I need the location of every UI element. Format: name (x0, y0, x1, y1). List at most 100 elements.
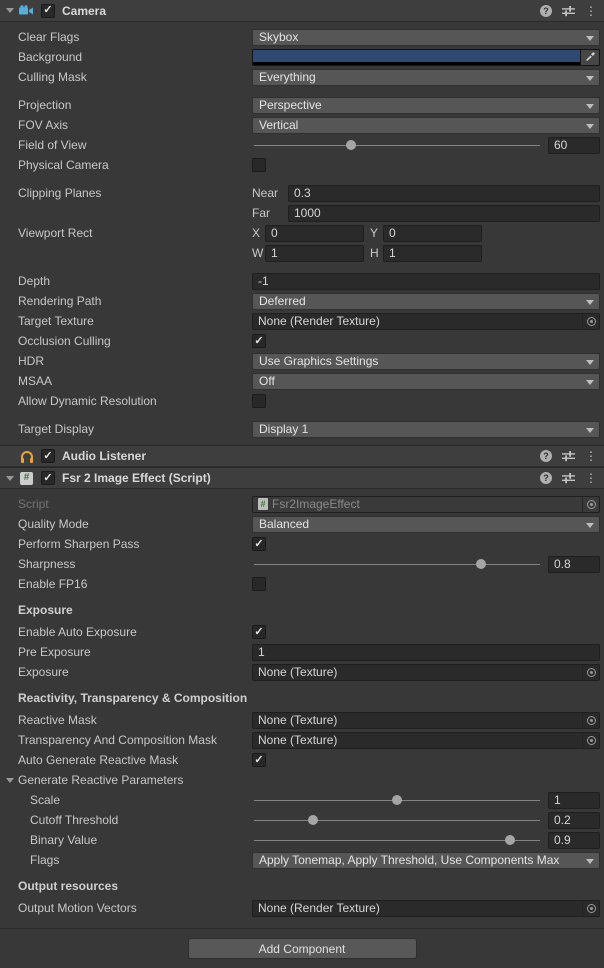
foldout-arrow-icon[interactable] (6, 778, 14, 783)
camera-enabled-checkbox[interactable]: ✓ (41, 4, 55, 18)
pre-exposure-input[interactable]: 1 (252, 644, 600, 661)
y-label: Y (370, 226, 383, 240)
auto-generate-reactive-mask-label: Auto Generate Reactive Mask (18, 753, 252, 767)
binary-value-input[interactable]: 0.9 (548, 832, 600, 849)
clipping-planes-label: Clipping Planes (18, 186, 252, 200)
target-display-dropdown[interactable]: Display 1 (252, 421, 600, 438)
occlusion-culling-checkbox[interactable]: ✓ (252, 334, 266, 348)
audio-listener-component-header[interactable]: ✓ Audio Listener ? ⋮ (0, 445, 604, 467)
eyedropper-button[interactable] (580, 50, 599, 65)
object-picker-icon[interactable] (582, 733, 599, 748)
field-of-view-slider[interactable] (252, 137, 542, 154)
near-input[interactable]: 0.3 (288, 185, 600, 202)
sharpness-slider[interactable] (252, 556, 542, 573)
binary-value-slider[interactable] (252, 832, 542, 849)
presets-icon[interactable] (562, 472, 575, 484)
presets-icon[interactable] (562, 5, 575, 17)
slider-handle[interactable] (505, 835, 515, 845)
slider-handle[interactable] (346, 140, 356, 150)
cutoff-threshold-input[interactable]: 0.2 (548, 812, 600, 829)
scale-slider[interactable] (252, 792, 542, 809)
chevron-down-icon (586, 76, 594, 81)
object-picker-icon[interactable] (582, 901, 599, 916)
target-display-value: Display 1 (259, 422, 308, 436)
enable-fp16-checkbox[interactable] (252, 577, 266, 591)
flags-dropdown[interactable]: Apply Tonemap, Apply Threshold, Use Comp… (252, 852, 600, 869)
msaa-dropdown[interactable]: Off (252, 373, 600, 390)
presets-icon[interactable] (562, 450, 575, 462)
row-target-texture: Target Texture None (Render Texture) (0, 311, 604, 331)
hdr-dropdown[interactable]: Use Graphics Settings (252, 353, 600, 370)
slider-handle[interactable] (392, 795, 402, 805)
target-display-label: Target Display (18, 422, 252, 436)
culling-mask-label: Culling Mask (18, 70, 252, 84)
fsr2-enabled-checkbox[interactable]: ✓ (41, 471, 55, 485)
far-input[interactable]: 1000 (288, 205, 600, 222)
script-label: Script (18, 497, 252, 511)
fov-axis-dropdown[interactable]: Vertical (252, 117, 600, 134)
object-picker-icon[interactable] (582, 314, 599, 329)
fsr2-component-header[interactable]: # ✓ Fsr 2 Image Effect (Script) ? ⋮ (0, 467, 604, 489)
viewport-x-input[interactable]: 0 (265, 225, 364, 242)
auto-generate-reactive-mask-checkbox[interactable]: ✓ (252, 753, 266, 767)
row-perform-sharpen-pass: Perform Sharpen Pass ✓ (0, 534, 604, 554)
allow-dynamic-resolution-label: Allow Dynamic Resolution (18, 394, 252, 408)
far-label: Far (252, 206, 288, 220)
object-picker-icon[interactable] (582, 497, 599, 512)
field-of-view-input[interactable]: 60 (548, 137, 600, 154)
viewport-w-input[interactable]: 1 (265, 245, 364, 262)
culling-mask-dropdown[interactable]: Everything (252, 69, 600, 86)
depth-input[interactable]: -1 (252, 273, 600, 290)
transparency-mask-label: Transparency And Composition Mask (18, 733, 252, 747)
projection-dropdown[interactable]: Perspective (252, 97, 600, 114)
clear-flags-dropdown[interactable]: Skybox (252, 29, 600, 46)
output-motion-vectors-field[interactable]: None (Render Texture) (252, 900, 600, 917)
reactive-mask-value: None (Texture) (258, 713, 337, 727)
row-clipping-far: Far 1000 (0, 203, 604, 223)
scale-input[interactable]: 1 (548, 792, 600, 809)
foldout-arrow-icon[interactable] (6, 8, 14, 13)
viewport-y-input[interactable]: 0 (383, 225, 482, 242)
chevron-down-icon (586, 36, 594, 41)
quality-mode-value: Balanced (259, 517, 309, 531)
row-transparency-mask: Transparency And Composition Mask None (… (0, 730, 604, 750)
exposure-field[interactable]: None (Texture) (252, 664, 600, 681)
camera-component-title: Camera (62, 4, 106, 18)
allow-dynamic-resolution-checkbox[interactable] (252, 394, 266, 408)
row-target-display: Target Display Display 1 (0, 419, 604, 439)
row-cutoff-threshold: Cutoff Threshold 0.2 (0, 810, 604, 830)
kebab-menu-icon[interactable]: ⋮ (585, 5, 597, 17)
transparency-mask-field[interactable]: None (Texture) (252, 732, 600, 749)
camera-component-header[interactable]: ✓ Camera ? ⋮ (0, 0, 604, 22)
help-icon[interactable]: ? (540, 450, 552, 462)
physical-camera-checkbox[interactable] (252, 158, 266, 172)
kebab-menu-icon[interactable]: ⋮ (585, 450, 597, 462)
row-quality-mode: Quality Mode Balanced (0, 514, 604, 534)
enable-auto-exposure-checkbox[interactable]: ✓ (252, 625, 266, 639)
output-motion-vectors-value: None (Render Texture) (258, 901, 380, 915)
viewport-h-input[interactable]: 1 (383, 245, 482, 262)
reactive-mask-field[interactable]: None (Texture) (252, 712, 600, 729)
sharpness-input[interactable]: 0.8 (548, 556, 600, 573)
add-component-button[interactable]: Add Component (188, 938, 417, 959)
object-picker-icon[interactable] (582, 713, 599, 728)
object-picker-icon[interactable] (582, 665, 599, 680)
target-texture-field[interactable]: None (Render Texture) (252, 313, 600, 330)
foldout-arrow-icon[interactable] (6, 476, 14, 481)
slider-handle[interactable] (308, 815, 318, 825)
row-scale: Scale 1 (0, 790, 604, 810)
row-projection: Projection Perspective (0, 95, 604, 115)
rendering-path-dropdown[interactable]: Deferred (252, 293, 600, 310)
quality-mode-dropdown[interactable]: Balanced (252, 516, 600, 533)
row-generate-reactive-parameters[interactable]: Generate Reactive Parameters (0, 770, 604, 790)
background-color-swatch[interactable] (253, 50, 580, 65)
cutoff-threshold-slider[interactable] (252, 812, 542, 829)
kebab-menu-icon[interactable]: ⋮ (585, 472, 597, 484)
background-color-field[interactable] (252, 49, 600, 66)
slider-track (254, 145, 540, 146)
help-icon[interactable]: ? (540, 5, 552, 17)
perform-sharpen-pass-checkbox[interactable]: ✓ (252, 537, 266, 551)
slider-handle[interactable] (476, 559, 486, 569)
audio-listener-enabled-checkbox[interactable]: ✓ (41, 449, 55, 463)
help-icon[interactable]: ? (540, 472, 552, 484)
